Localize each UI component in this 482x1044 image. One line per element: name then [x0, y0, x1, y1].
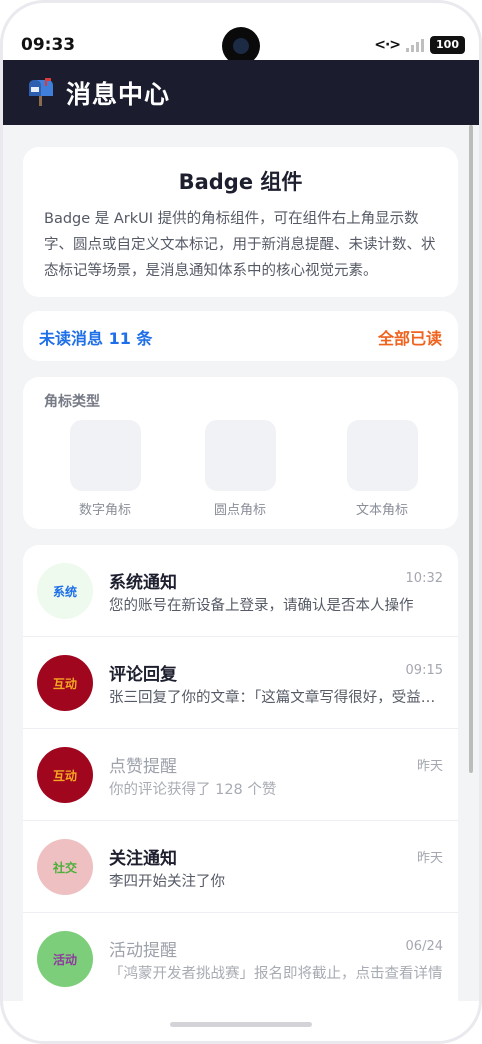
message-preview: 李四开始关注了你	[109, 874, 225, 890]
badge-type-label: 文本角标	[355, 503, 408, 518]
badge-type-preview	[346, 420, 418, 491]
intro-description: Badge 是 ArkUI 提供的角标组件，可在组件右上角显示数字、圆点或自定义…	[44, 211, 436, 279]
message-item-system[interactable]: 系统 系统通知 10:32 您的账号在新设备上登录，请确认是否本人操作	[23, 545, 458, 637]
message-time: 09:15	[405, 663, 443, 678]
home-area	[3, 1001, 479, 1041]
message-title: 点赞提醒	[109, 757, 177, 777]
badge-type-label: 数字角标	[78, 503, 131, 518]
message-list: 系统 系统通知 10:32 您的账号在新设备上登录，请确认是否本人操作 互动 评…	[23, 545, 458, 1005]
screen: 09:33 <·> 100 消息中心 Badge 组件 Badge 是 ArkU…	[3, 3, 479, 1041]
badge-type-text[interactable]: 文本角标	[337, 420, 427, 518]
intro-card: Badge 组件 Badge 是 ArkUI 提供的角标组件，可在组件右上角显示…	[23, 147, 458, 297]
avatar: 社交	[37, 839, 93, 895]
badge-type-preview	[69, 420, 141, 491]
message-title: 评论回复	[109, 665, 177, 685]
camera-lens	[233, 38, 249, 54]
message-time: 06/24	[405, 939, 443, 954]
battery-icon: 100	[430, 36, 465, 54]
avatar: 互动	[37, 655, 93, 711]
message-preview: 张三回复了你的文章：「这篇文章写得很好，受益匪浅」	[109, 690, 444, 706]
message-preview: 「鸿蒙开发者挑战赛」报名即将截止，点击查看详情	[109, 966, 443, 982]
avatar: 互动	[37, 747, 93, 803]
message-preview: 你的评论获得了 128 个赞	[109, 782, 277, 798]
message-item-event[interactable]: 活动 活动提醒 06/24 「鸿蒙开发者挑战赛」报名即将截止，点击查看详情	[23, 913, 458, 1005]
message-preview: 您的账号在新设备上登录，请确认是否本人操作	[109, 598, 414, 614]
badge-types-card: 角标类型 数字角标 圆点角标 文本角标	[23, 377, 458, 529]
content-area[interactable]: Badge 组件 Badge 是 ArkUI 提供的角标组件，可在组件右上角显示…	[3, 125, 479, 1041]
message-title: 系统通知	[109, 573, 177, 593]
home-indicator[interactable]	[170, 1022, 312, 1027]
mailbox-icon	[29, 78, 53, 106]
message-item-follow[interactable]: 社交 关注通知 昨天 李四开始关注了你	[23, 821, 458, 913]
message-item-like[interactable]: 互动 点赞提醒 昨天 你的评论获得了 128 个赞	[23, 729, 458, 821]
message-title: 关注通知	[109, 849, 177, 869]
badge-type-dot[interactable]: 圆点角标	[195, 420, 285, 518]
message-time: 10:32	[405, 571, 443, 586]
message-time: 昨天	[416, 851, 443, 866]
avatar: 系统	[37, 563, 93, 619]
badge-type-label: 圆点角标	[213, 503, 266, 518]
status-time: 09:33	[21, 35, 76, 55]
badge-type-number[interactable]: 数字角标	[60, 420, 150, 518]
badge-type-preview	[204, 420, 276, 491]
message-time: 昨天	[416, 759, 443, 774]
message-title: 活动提醒	[109, 941, 177, 961]
mark-all-read-button[interactable]: 全部已读	[378, 325, 442, 349]
intro-title: Badge 组件	[178, 170, 303, 194]
scrollbar[interactable]	[469, 125, 473, 773]
unread-count: 未读消息 11 条	[39, 329, 153, 348]
page-title: 消息中心	[66, 80, 171, 109]
status-bar: 09:33 <·> 100	[3, 3, 479, 65]
status-icons: <·> 100	[374, 36, 465, 54]
message-item-comment[interactable]: 互动 评论回复 09:15 张三回复了你的文章：「这篇文章写得很好，受益匪浅」	[23, 637, 458, 729]
avatar: 活动	[37, 931, 93, 987]
network-icon: <·>	[374, 37, 401, 53]
app-bar: 消息中心	[3, 60, 479, 125]
phone-frame: 09:33 <·> 100 消息中心 Badge 组件 Badge 是 ArkU…	[0, 0, 482, 1044]
signal-icon	[406, 38, 425, 52]
unread-bar: 未读消息 11 条 全部已读	[23, 311, 458, 361]
badge-types-title: 角标类型	[44, 394, 100, 410]
